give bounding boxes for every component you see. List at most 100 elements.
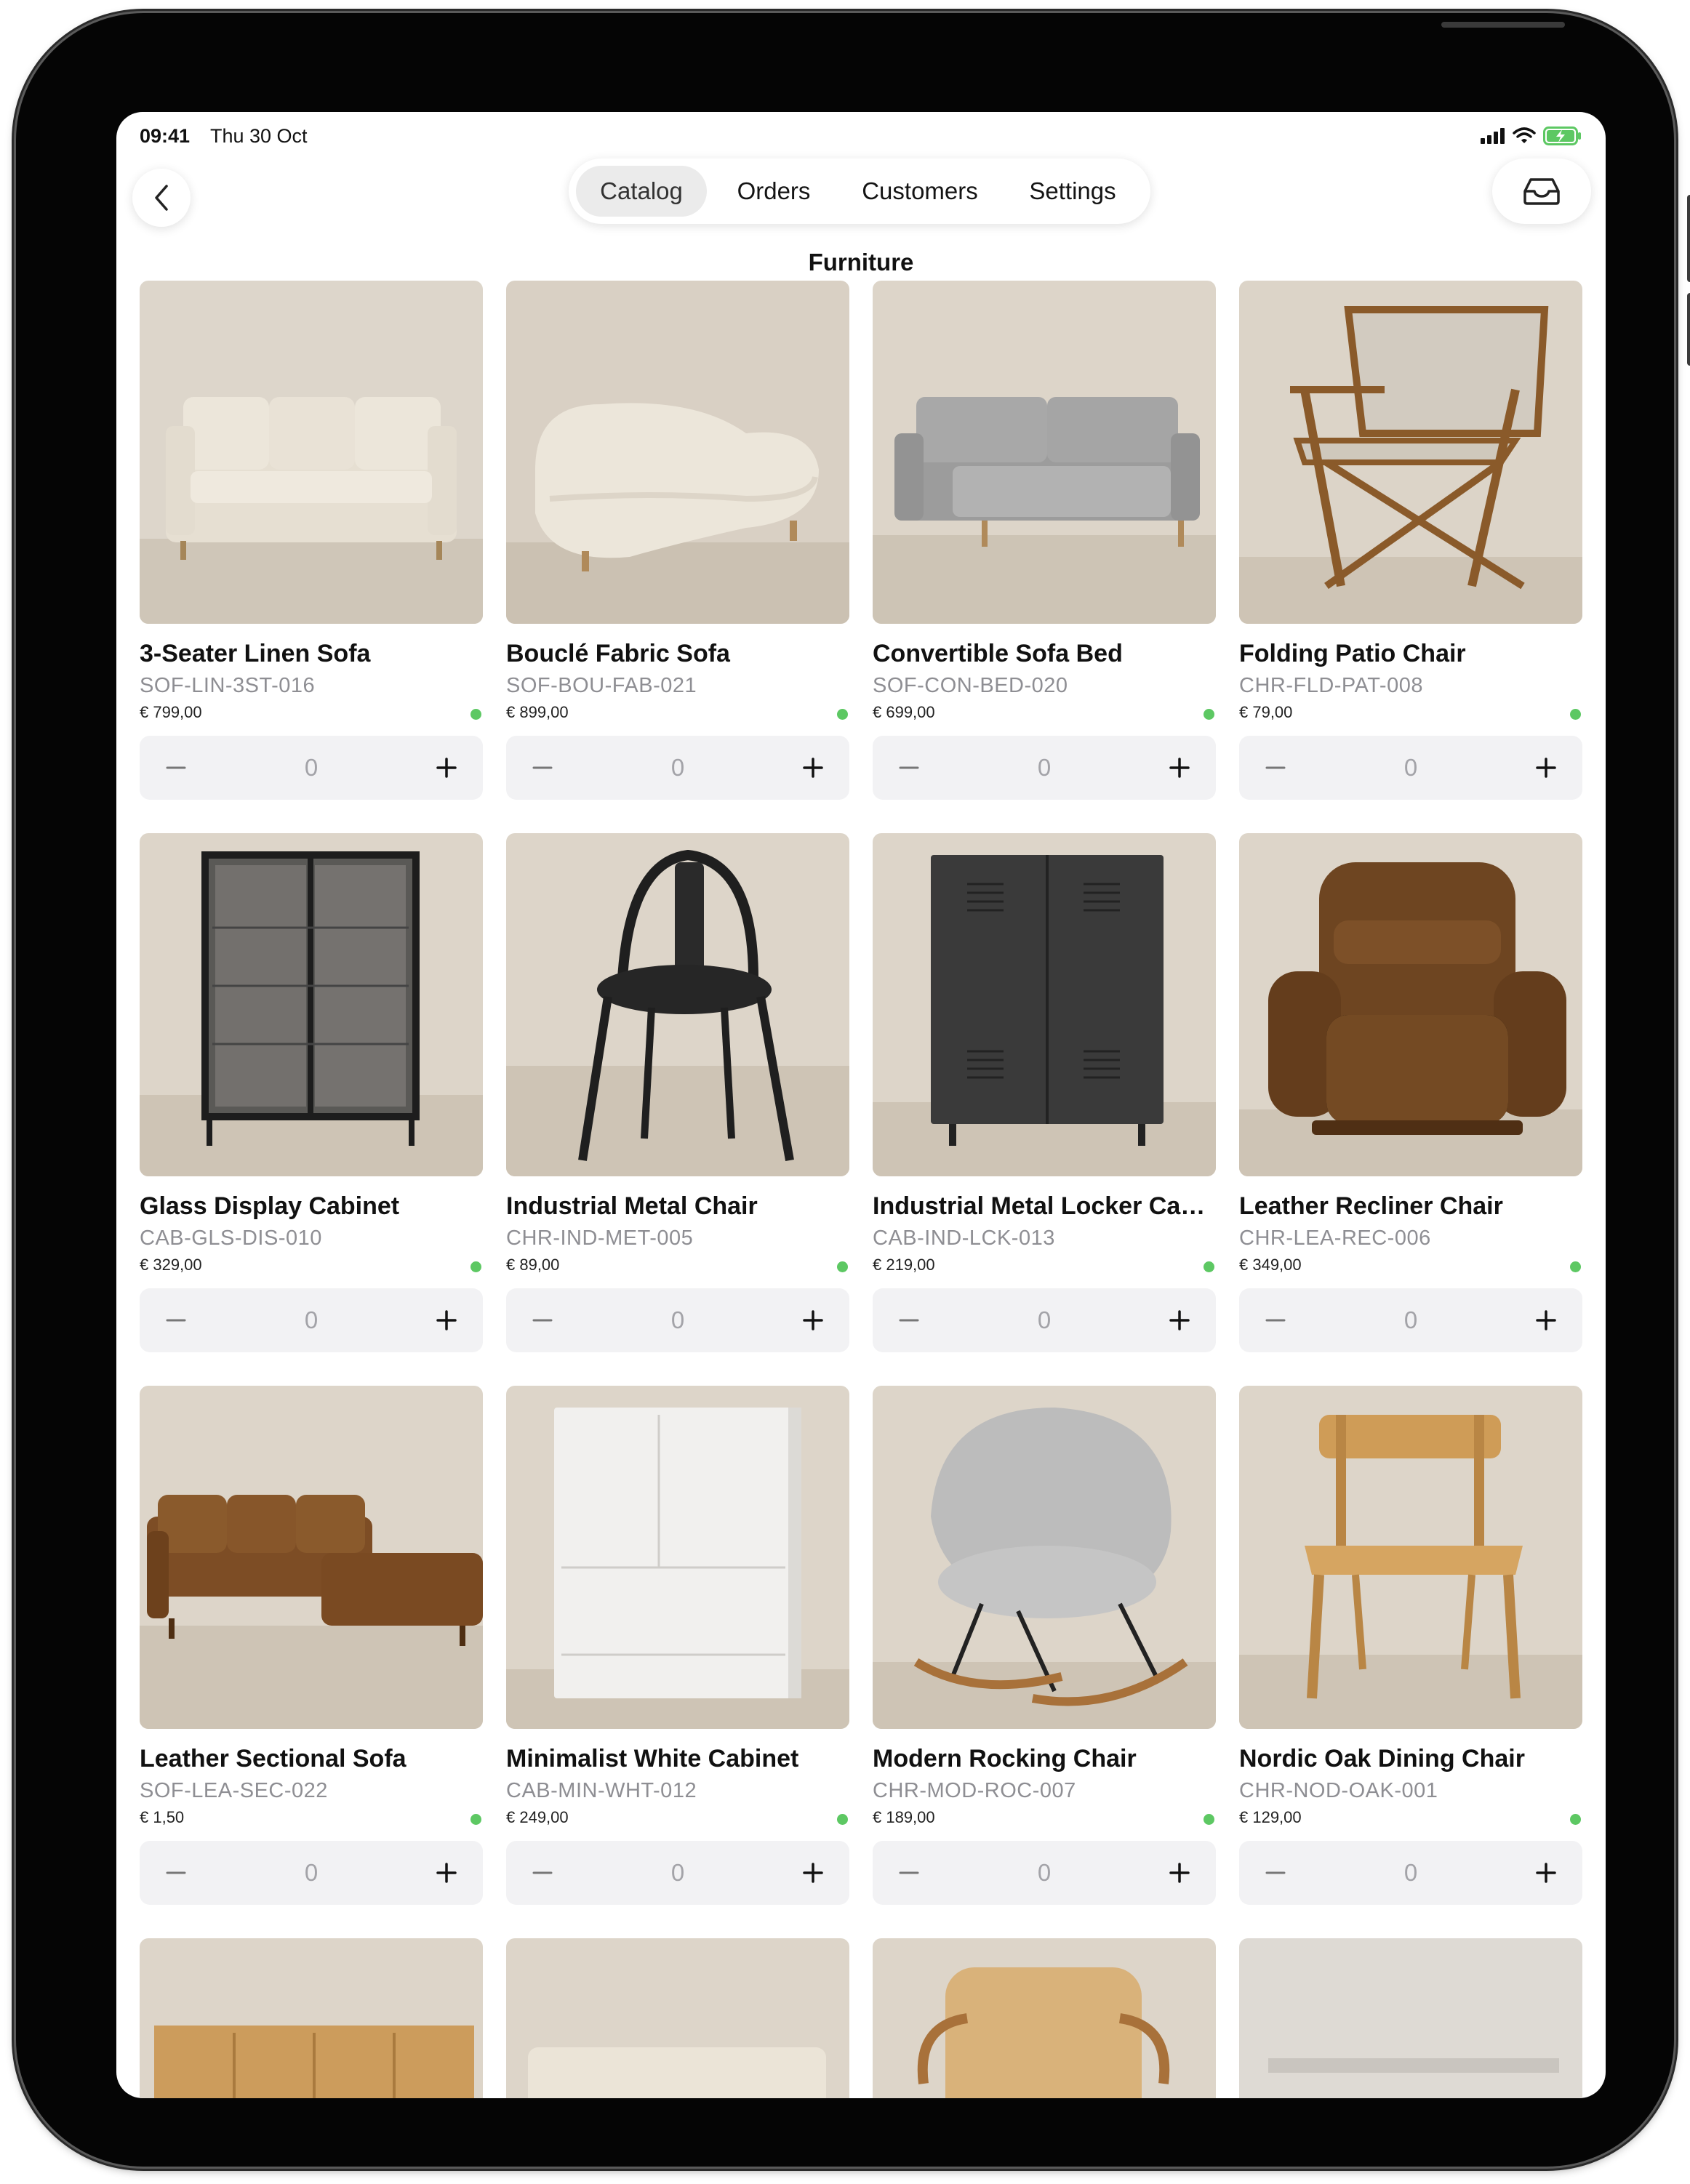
battery-charging-icon bbox=[1543, 127, 1581, 145]
product-image-boucle-sofa bbox=[506, 281, 849, 624]
decrement-button[interactable] bbox=[887, 1298, 931, 1342]
minus-icon bbox=[532, 766, 553, 769]
product-image-oak-sideboard bbox=[140, 1938, 483, 2098]
quantity-value: 0 bbox=[670, 1306, 685, 1333]
plus-icon bbox=[1536, 758, 1556, 778]
volume-up-button bbox=[1687, 195, 1690, 282]
product-price: € 329,00 bbox=[140, 1256, 202, 1274]
product-sku: SOF-CON-BED-020 bbox=[873, 674, 1068, 697]
screen: 09:41 Thu 30 Oct Catalog Orders Customer… bbox=[116, 112, 1606, 2098]
decrement-button[interactable] bbox=[521, 746, 564, 790]
product-image-metal-chair bbox=[506, 833, 849, 1176]
plus-icon bbox=[1536, 1310, 1556, 1330]
plus-icon bbox=[1536, 1863, 1556, 1883]
decrement-button[interactable] bbox=[154, 746, 198, 790]
quantity-stepper: 0 bbox=[1239, 736, 1582, 800]
quantity-stepper: 0 bbox=[506, 1288, 849, 1352]
product-price: € 699,00 bbox=[873, 703, 935, 721]
quantity-stepper: 0 bbox=[1239, 1841, 1582, 1905]
stock-status-dot bbox=[1570, 1814, 1581, 1825]
product-sku: CAB-IND-LCK-013 bbox=[873, 1227, 1055, 1250]
quantity-value: 0 bbox=[1037, 754, 1052, 781]
decrement-button[interactable] bbox=[1254, 1851, 1297, 1895]
product-name: Nordic Oak Dining Chair bbox=[1239, 1745, 1525, 1773]
product-image-recliner bbox=[1239, 833, 1582, 1176]
stock-status-dot bbox=[837, 1261, 848, 1272]
product-image-grey-item bbox=[1239, 1938, 1582, 2098]
product-image-oak-chair bbox=[1239, 1386, 1582, 1729]
plus-icon bbox=[436, 1310, 457, 1330]
decrement-button[interactable] bbox=[521, 1298, 564, 1342]
increment-button[interactable] bbox=[1524, 1298, 1568, 1342]
increment-button[interactable] bbox=[1158, 746, 1201, 790]
chevron-left-icon bbox=[155, 185, 168, 211]
increment-button[interactable] bbox=[425, 1851, 468, 1895]
decrement-button[interactable] bbox=[887, 1851, 931, 1895]
product-name: Folding Patio Chair bbox=[1239, 640, 1466, 667]
product-image-rattan-chair bbox=[873, 1938, 1216, 2098]
increment-button[interactable] bbox=[1158, 1298, 1201, 1342]
decrement-button[interactable] bbox=[1254, 1298, 1297, 1342]
stock-status-dot bbox=[1204, 1261, 1214, 1272]
product-price: € 899,00 bbox=[506, 703, 569, 721]
decrement-button[interactable] bbox=[1254, 746, 1297, 790]
increment-button[interactable] bbox=[791, 1851, 835, 1895]
decrement-button[interactable] bbox=[154, 1298, 198, 1342]
increment-button[interactable] bbox=[791, 1298, 835, 1342]
tab-customers[interactable]: Customers bbox=[841, 166, 999, 217]
quantity-stepper: 0 bbox=[1239, 1288, 1582, 1352]
quantity-stepper: 0 bbox=[873, 736, 1216, 800]
product-name: Leather Sectional Sofa bbox=[140, 1745, 407, 1773]
stock-status-dot bbox=[470, 1261, 481, 1272]
tab-catalog[interactable]: Catalog bbox=[576, 166, 707, 217]
plus-icon bbox=[803, 1863, 823, 1883]
product-sku: SOF-LIN-3ST-016 bbox=[140, 674, 316, 697]
product-price: € 129,00 bbox=[1239, 1808, 1302, 1826]
stock-status-dot bbox=[837, 709, 848, 720]
product-card[interactable] bbox=[140, 1938, 483, 2098]
product-price: € 219,00 bbox=[873, 1256, 935, 1274]
status-time: 09:41 bbox=[140, 125, 191, 147]
product-sku: CHR-NOD-OAK-001 bbox=[1239, 1779, 1438, 1802]
quantity-stepper: 0 bbox=[140, 1288, 483, 1352]
quantity-value: 0 bbox=[670, 1859, 685, 1886]
product-price: € 349,00 bbox=[1239, 1256, 1302, 1274]
increment-button[interactable] bbox=[425, 1298, 468, 1342]
decrement-button[interactable] bbox=[154, 1851, 198, 1895]
quantity-value: 0 bbox=[670, 754, 685, 781]
product-price: € 799,00 bbox=[140, 703, 202, 721]
tab-settings[interactable]: Settings bbox=[1004, 166, 1142, 217]
plus-icon bbox=[436, 758, 457, 778]
product-image-locker-cabinet bbox=[873, 833, 1216, 1176]
decrement-button[interactable] bbox=[521, 1851, 564, 1895]
back-button[interactable] bbox=[132, 169, 191, 227]
minus-icon bbox=[532, 1319, 553, 1322]
minus-icon bbox=[532, 1871, 553, 1874]
stock-status-dot bbox=[1570, 1261, 1581, 1272]
product-card[interactable] bbox=[506, 1938, 849, 2098]
product-card[interactable] bbox=[873, 1938, 1216, 2098]
product-image-glass-cabinet bbox=[140, 833, 483, 1176]
tab-orders[interactable]: Orders bbox=[711, 166, 836, 217]
quantity-stepper: 0 bbox=[873, 1841, 1216, 1905]
top-button bbox=[1441, 22, 1565, 28]
product-sku: SOF-LEA-SEC-022 bbox=[140, 1779, 328, 1802]
product-sku: CHR-LEA-REC-006 bbox=[1239, 1227, 1431, 1250]
increment-button[interactable] bbox=[1158, 1851, 1201, 1895]
decrement-button[interactable] bbox=[887, 746, 931, 790]
product-name: 3-Seater Linen Sofa bbox=[140, 640, 371, 667]
product-image-sofa-3-seater bbox=[140, 281, 483, 624]
product-card[interactable] bbox=[1239, 1938, 1582, 2098]
increment-button[interactable] bbox=[1524, 1851, 1568, 1895]
quantity-stepper: 0 bbox=[506, 1841, 849, 1905]
minus-icon bbox=[899, 766, 919, 769]
product-sku: CHR-FLD-PAT-008 bbox=[1239, 674, 1423, 697]
increment-button[interactable] bbox=[791, 746, 835, 790]
inbox-button[interactable] bbox=[1492, 158, 1591, 224]
product-sku: CHR-IND-MET-005 bbox=[506, 1227, 694, 1250]
status-date: Thu 30 Oct bbox=[210, 125, 308, 147]
increment-button[interactable] bbox=[1524, 746, 1568, 790]
quantity-value: 0 bbox=[304, 1859, 319, 1886]
increment-button[interactable] bbox=[425, 746, 468, 790]
quantity-stepper: 0 bbox=[506, 736, 849, 800]
